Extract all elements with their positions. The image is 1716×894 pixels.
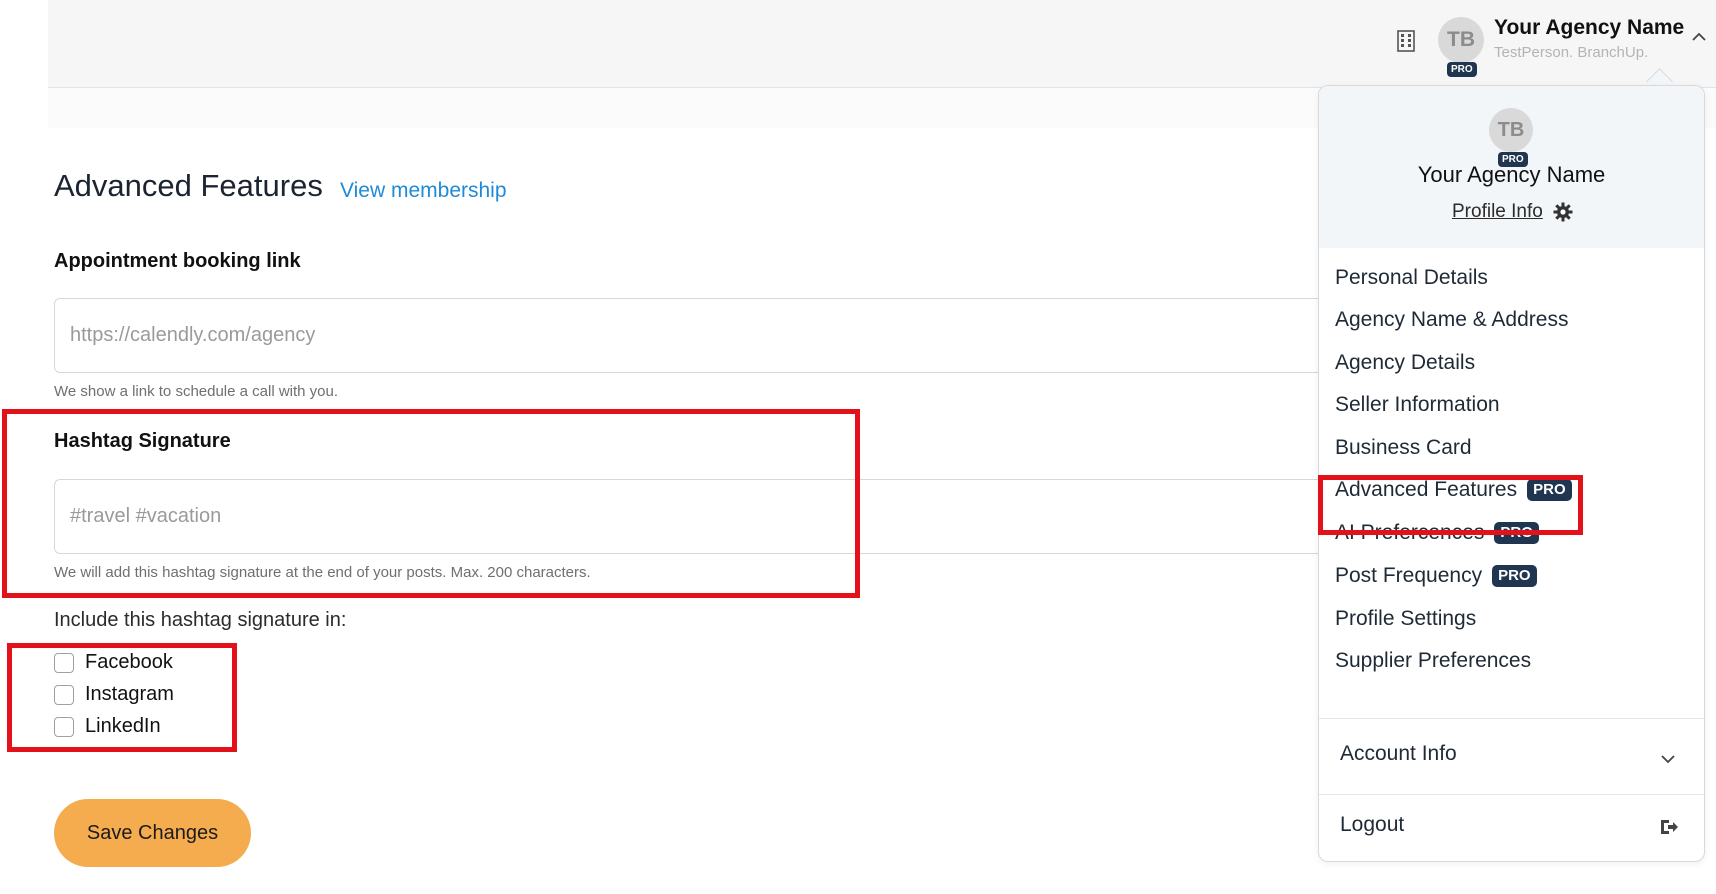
highlight-hashtag-section xyxy=(2,409,860,598)
highlight-checkboxes xyxy=(7,643,237,752)
logout-button[interactable]: Logout xyxy=(1340,813,1404,837)
menu-item-agency-name-address[interactable]: Agency Name & Address xyxy=(1335,308,1568,332)
menu-item-label: Seller Information xyxy=(1335,393,1500,416)
menu-item-business-card[interactable]: Business Card xyxy=(1335,436,1472,460)
dropdown-avatar: TB xyxy=(1489,108,1533,152)
save-button[interactable]: Save Changes xyxy=(54,799,251,867)
booking-link-label: Appointment booking link xyxy=(54,250,301,272)
booking-link-help: We show a link to schedule a call with y… xyxy=(54,383,339,400)
menu-item-label: Agency Name & Address xyxy=(1335,308,1569,331)
menu-item-personal-details[interactable]: Personal Details xyxy=(1335,266,1488,290)
menu-item-label: Post Frequency xyxy=(1335,564,1483,587)
page-title: Advanced Features xyxy=(54,168,323,203)
account-info-toggle[interactable]: Account Info xyxy=(1340,742,1457,766)
menu-item-agency-details[interactable]: Agency Details xyxy=(1335,351,1475,375)
highlight-advanced-features xyxy=(1318,475,1583,535)
building-icon[interactable] xyxy=(1397,30,1415,52)
divider xyxy=(1319,718,1704,719)
menu-item-profile-settings[interactable]: Profile Settings xyxy=(1335,607,1476,631)
booking-link-input[interactable] xyxy=(54,298,1354,373)
menu-item-post-frequency[interactable]: Post Frequency PRO xyxy=(1335,564,1537,588)
menu-item-label: Agency Details xyxy=(1335,351,1476,374)
agency-name[interactable]: Your Agency Name xyxy=(1494,16,1684,40)
account-subtitle: TestPerson. BranchUp. xyxy=(1494,44,1649,61)
include-label: Include this hashtag signature in: xyxy=(54,609,347,631)
pro-badge: PRO xyxy=(1492,565,1537,587)
menu-item-seller-information[interactable]: Seller Information xyxy=(1335,393,1500,417)
avatar[interactable]: TB xyxy=(1438,17,1484,63)
dropdown-agency-name: Your Agency Name xyxy=(1417,162,1606,187)
logout-icon[interactable] xyxy=(1659,818,1679,836)
profile-info-row[interactable]: Profile Info xyxy=(1452,201,1573,223)
view-membership-link[interactable]: View membership xyxy=(340,179,507,203)
menu-item-label: Supplier Preferences xyxy=(1335,649,1532,672)
menu-item-label: Personal Details xyxy=(1335,266,1488,289)
menu-item-supplier-preferences[interactable]: Supplier Preferences xyxy=(1335,649,1531,673)
pro-badge: PRO xyxy=(1447,62,1477,77)
menu-item-label: Business Card xyxy=(1335,436,1472,459)
gear-icon[interactable] xyxy=(1553,202,1573,222)
profile-info-link[interactable]: Profile Info xyxy=(1452,201,1543,223)
chevron-up-icon[interactable] xyxy=(1692,32,1706,42)
chevron-down-icon[interactable] xyxy=(1661,754,1675,764)
account-dropdown: TB PRO Your Agency Name Profile Info Per… xyxy=(1318,85,1705,862)
divider xyxy=(1319,794,1704,795)
menu-item-label: Profile Settings xyxy=(1335,607,1477,630)
